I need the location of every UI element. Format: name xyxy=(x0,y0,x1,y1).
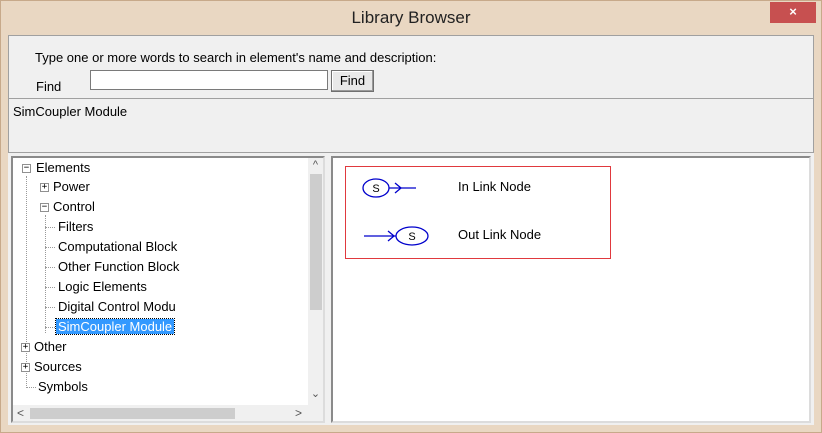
expand-toggle-other[interactable]: + xyxy=(21,343,30,352)
search-instruction: Type one or more words to search in elem… xyxy=(35,50,437,65)
scroll-up-icon[interactable]: ^ xyxy=(308,158,323,173)
tree-item-other-function-block[interactable]: Other Function Block xyxy=(58,258,179,276)
find-label: Find xyxy=(36,79,62,94)
element-preview-box: S In Link Node S Out Link Node xyxy=(345,166,611,259)
tree-item-power[interactable]: Power xyxy=(53,178,90,196)
library-browser-window: Library Browser × Type one or more words… xyxy=(0,0,822,433)
tree-item-symbols[interactable]: Symbols xyxy=(38,378,88,396)
tree-item-computational-block[interactable]: Computational Block xyxy=(58,238,177,256)
tree-item-sources[interactable]: Sources xyxy=(34,358,82,376)
tree-connector xyxy=(45,247,55,248)
tree-item-elements[interactable]: Elements xyxy=(36,159,90,177)
tree-connector xyxy=(26,387,36,388)
element-tree: − Elements + Power − Control Filters Com… xyxy=(13,158,308,405)
in-link-node-icon[interactable]: S xyxy=(360,176,430,205)
description-text: SimCoupler Module xyxy=(13,104,128,119)
out-link-node-icon[interactable]: S xyxy=(360,224,450,253)
find-input[interactable] xyxy=(90,70,328,90)
element-preview-panel: S In Link Node S Out Link Node xyxy=(331,156,811,423)
expand-toggle-power[interactable]: + xyxy=(40,183,49,192)
tree-connector xyxy=(45,307,55,308)
tree-item-simcoupler-module[interactable]: SimCoupler Module xyxy=(54,318,176,336)
search-panel: Type one or more words to search in elem… xyxy=(8,35,814,99)
in-link-node-label[interactable]: In Link Node xyxy=(458,179,531,194)
title-bar[interactable]: Library Browser × xyxy=(1,1,821,34)
tree-item-filters[interactable]: Filters xyxy=(58,218,93,236)
find-button[interactable]: Find xyxy=(331,70,374,92)
tree-item-digital-control-module[interactable]: Digital Control Modu xyxy=(58,298,176,316)
in-link-node-symbol: S xyxy=(372,183,379,195)
tree-connector xyxy=(45,287,55,288)
close-button[interactable]: × xyxy=(770,2,816,23)
scroll-left-icon[interactable]: < xyxy=(13,405,28,421)
horizontal-scroll-thumb[interactable] xyxy=(30,408,235,419)
tree-vertical-scrollbar[interactable]: ^ ⌄ xyxy=(308,158,323,405)
scroll-right-icon[interactable]: > xyxy=(291,405,306,421)
tree-connector xyxy=(45,215,46,333)
vertical-scroll-thumb[interactable] xyxy=(310,174,322,310)
tree-connector xyxy=(45,267,55,268)
element-tree-panel: − Elements + Power − Control Filters Com… xyxy=(11,156,325,423)
client-area: Type one or more words to search in elem… xyxy=(8,35,814,425)
collapse-toggle-elements[interactable]: − xyxy=(22,164,31,173)
tree-item-control[interactable]: Control xyxy=(53,198,95,216)
scroll-down-icon[interactable]: ⌄ xyxy=(308,387,323,402)
selected-item-label: SimCoupler Module xyxy=(54,318,176,335)
tree-connector xyxy=(45,227,55,228)
out-link-node-symbol: S xyxy=(408,231,415,243)
expand-toggle-sources[interactable]: + xyxy=(21,363,30,372)
tree-connector xyxy=(26,176,27,386)
collapse-toggle-control[interactable]: − xyxy=(40,203,49,212)
scrollbar-corner xyxy=(308,405,323,421)
window-title: Library Browser xyxy=(351,8,471,27)
tree-connector xyxy=(45,327,55,328)
tree-item-logic-elements[interactable]: Logic Elements xyxy=(58,278,147,296)
tree-horizontal-scrollbar[interactable]: < > xyxy=(13,405,308,421)
description-panel: SimCoupler Module xyxy=(8,99,814,153)
out-link-node-label[interactable]: Out Link Node xyxy=(458,227,541,242)
tree-item-other[interactable]: Other xyxy=(34,338,67,356)
